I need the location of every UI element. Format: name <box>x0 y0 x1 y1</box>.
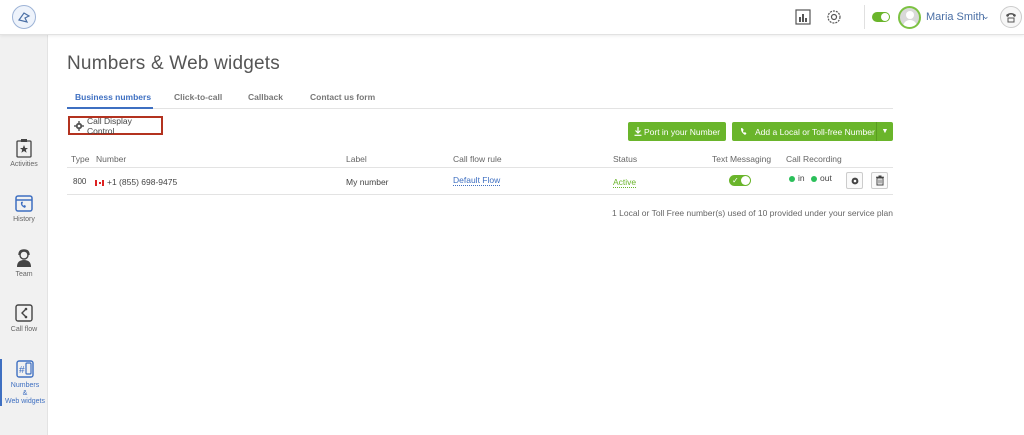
recording-out-indicator[interactable]: out <box>811 173 832 183</box>
phone-icon[interactable] <box>1000 6 1022 28</box>
tab-contact-us-form[interactable]: Contact us form <box>310 92 375 102</box>
sidebar-item-label: Call flow <box>10 326 38 333</box>
recording-in-label: in <box>798 173 805 183</box>
text-messaging-toggle[interactable]: ✓ <box>729 175 751 186</box>
sidebar-item-call-flow[interactable]: Call flow <box>0 303 48 334</box>
column-header-status: Status <box>613 154 638 164</box>
port-in-number-button[interactable]: Port in your Number <box>628 122 726 141</box>
phone-number: +1 (855) 698-9475 <box>107 177 178 187</box>
delete-number-button[interactable] <box>871 172 888 189</box>
sidebar-item-label-line: Web widgets <box>5 398 45 405</box>
sidebar-item-label-line: & <box>22 390 28 397</box>
divider <box>864 5 865 29</box>
call-display-control-label: Call Display Control <box>87 115 132 136</box>
tab-bar: Business numbers Click-to-call Callback … <box>67 87 893 109</box>
sidebar-item-history[interactable]: History <box>0 193 48 224</box>
cell-type: 800 <box>73 177 87 186</box>
sidebar-item-label-line: Numbers <box>10 382 40 389</box>
phone-icon <box>740 127 749 136</box>
avatar[interactable] <box>898 6 921 29</box>
column-header-type: Type <box>71 154 90 164</box>
cell-number: +1 (855) 698-9475 <box>95 177 177 187</box>
green-dot-icon <box>789 175 795 182</box>
download-icon <box>634 127 642 136</box>
calendar-phone-icon <box>14 193 34 213</box>
chevron-down-icon[interactable]: ⌄ <box>982 11 990 22</box>
tab-business-numbers[interactable]: Business numbers <box>75 92 151 102</box>
recording-in-indicator[interactable]: in <box>789 173 805 183</box>
column-header-label: Label <box>346 154 367 164</box>
status-badge: Active <box>613 177 637 188</box>
add-number-button[interactable]: Add a Local or Toll-free Number ▼ <box>732 122 893 141</box>
call-flow-icon <box>14 303 34 323</box>
sidebar-item-numbers-web-widgets[interactable]: # Numbers & Web widgets <box>0 359 48 406</box>
logo-icon[interactable] <box>12 5 36 29</box>
top-bar: Maria Smith ⌄ <box>0 0 1024 35</box>
call-display-control-button[interactable]: Call Display Control <box>68 115 163 136</box>
canada-flag-icon <box>95 179 104 186</box>
call-flow-link[interactable]: Default Flow <box>453 175 501 186</box>
row-settings-button[interactable] <box>846 172 863 189</box>
column-header-call-flow-rule: Call flow rule <box>453 154 502 164</box>
table-row: 800 +1 (855) 698-9475 My number Default … <box>67 168 893 195</box>
sidebar-item-label: History <box>13 216 35 223</box>
active-tab-indicator <box>67 107 153 109</box>
column-header-call-recording: Call Recording <box>786 154 842 164</box>
cell-label: My number <box>346 177 389 187</box>
sidebar-item-label: Activities <box>10 161 38 168</box>
usage-summary: 1 Local or Toll Free number(s) used of 1… <box>612 208 893 218</box>
tab-click-to-call[interactable]: Click-to-call <box>174 92 222 102</box>
recording-out-label: out <box>820 173 832 183</box>
user-name[interactable]: Maria Smith <box>926 11 985 23</box>
column-header-text-messaging: Text Messaging <box>712 154 772 164</box>
caret-down-icon[interactable]: ▼ <box>876 122 893 141</box>
page-title: Numbers & Web widgets <box>67 53 280 74</box>
port-in-number-label: Port in your Number <box>643 126 721 137</box>
svg-text:#: # <box>19 365 25 376</box>
sidebar: Activities History Team Call flow # Numb… <box>0 35 48 435</box>
sidebar-item-activities[interactable]: Activities <box>0 138 48 169</box>
reports-icon[interactable] <box>794 8 812 26</box>
clipboard-star-icon <box>14 138 34 158</box>
settings-icon[interactable] <box>825 8 843 26</box>
headset-user-icon <box>14 248 34 268</box>
hash-phone-icon: # <box>15 359 35 379</box>
table-header: Type Number Label Call flow rule Status … <box>67 152 893 168</box>
status-toggle[interactable] <box>872 12 890 22</box>
trash-icon <box>875 175 884 186</box>
sidebar-item-team[interactable]: Team <box>0 248 48 279</box>
sidebar-item-label: Team <box>15 271 33 278</box>
add-number-label: Add a Local or Toll-free Number <box>755 126 875 137</box>
gear-icon <box>851 177 858 184</box>
gear-icon <box>74 120 84 131</box>
column-header-number: Number <box>96 154 127 164</box>
green-dot-icon <box>811 175 817 182</box>
tab-callback[interactable]: Callback <box>248 92 283 102</box>
